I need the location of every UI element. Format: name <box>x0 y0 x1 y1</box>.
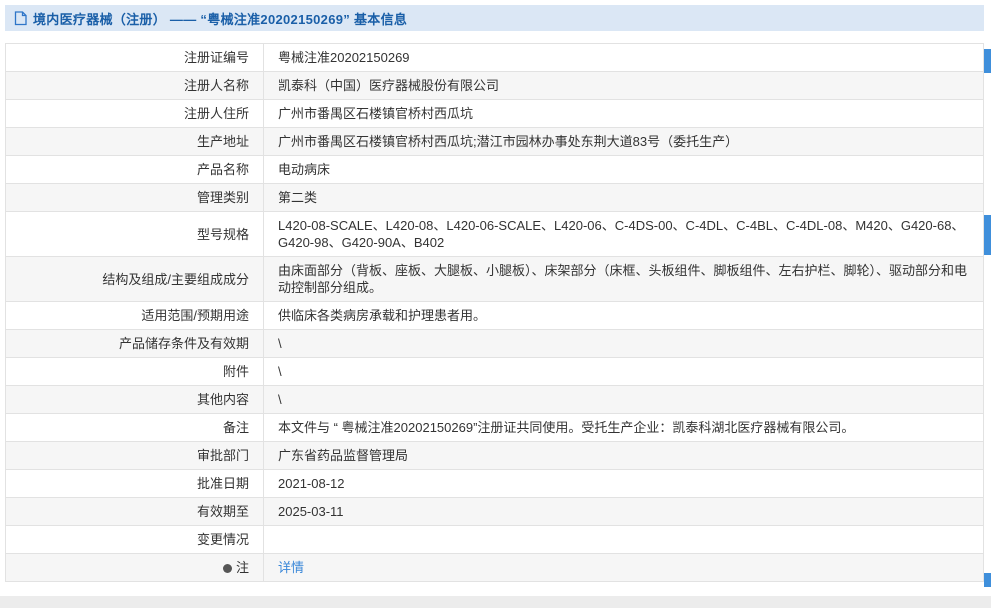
footer-strip <box>0 596 991 608</box>
row-value: 电动病床 <box>263 155 984 184</box>
table-row: 产品储存条件及有效期 \ <box>5 329 984 358</box>
row-label: 注册证编号 <box>5 43 264 72</box>
table-row: 备注 本文件与 “ 粤械注准20202150269”注册证共同使用。受托生产企业… <box>5 413 984 442</box>
row-label: 结构及组成/主要组成成分 <box>5 256 264 302</box>
table-row: 其他内容 \ <box>5 385 984 414</box>
details-link[interactable]: 详情 <box>278 560 304 575</box>
row-label: 注册人住所 <box>5 99 264 128</box>
row-label: 变更情况 <box>5 525 264 554</box>
row-label: 有效期至 <box>5 497 264 526</box>
row-label: 产品储存条件及有效期 <box>5 329 264 358</box>
row-value: 本文件与 “ 粤械注准20202150269”注册证共同使用。受托生产企业：凯泰… <box>263 413 984 442</box>
row-value: 凯泰科（中国）医疗器械股份有限公司 <box>263 71 984 100</box>
row-label: 其他内容 <box>5 385 264 414</box>
row-value: 第二类 <box>263 183 984 212</box>
row-value: 广州市番禺区石楼镇官桥村西瓜坑;潜江市园林办事处东荆大道83号（委托生产） <box>263 127 984 156</box>
table-row: 注册证编号 粤械注准20202150269 <box>5 43 984 72</box>
registration-info-page: 境内医疗器械（注册） —— “粤械注准20202150269” 基本信息 注册证… <box>0 5 991 608</box>
table-row: 有效期至 2025-03-11 <box>5 497 984 526</box>
row-label: 适用范围/预期用途 <box>5 301 264 330</box>
row-label: 注册人名称 <box>5 71 264 100</box>
table-row: 注册人住所 广州市番禺区石楼镇官桥村西瓜坑 <box>5 99 984 128</box>
right-edge-marker <box>984 573 991 587</box>
row-label: 审批部门 <box>5 441 264 470</box>
right-edge-marker <box>984 215 991 255</box>
row-value: 广州市番禺区石楼镇官桥村西瓜坑 <box>263 99 984 128</box>
row-value: 2025-03-11 <box>263 497 984 526</box>
row-value: \ <box>263 357 984 386</box>
table-row: 适用范围/预期用途 供临床各类病房承载和护理患者用。 <box>5 301 984 330</box>
table-row: 管理类别 第二类 <box>5 183 984 212</box>
page-title: 境内医疗器械（注册） —— “粤械注准20202150269” 基本信息 <box>33 11 408 27</box>
document-icon <box>14 10 27 26</box>
table-row: 注册人名称 凯泰科（中国）医疗器械股份有限公司 <box>5 71 984 100</box>
note-icon <box>222 564 232 573</box>
table-row: 附件 \ <box>5 357 984 386</box>
row-value: 2021-08-12 <box>263 469 984 498</box>
right-edge-marker <box>984 49 991 73</box>
table-row: 生产地址 广州市番禺区石楼镇官桥村西瓜坑;潜江市园林办事处东荆大道83号（委托生… <box>5 127 984 156</box>
row-label: 批准日期 <box>5 469 264 498</box>
row-label: 型号规格 <box>5 211 264 257</box>
table-row: 产品名称 电动病床 <box>5 155 984 184</box>
row-value: 粤械注准20202150269 <box>263 43 984 72</box>
table-row: 变更情况 <box>5 525 984 554</box>
row-value: \ <box>263 385 984 414</box>
table-row: 审批部门 广东省药品监督管理局 <box>5 441 984 470</box>
row-label: 管理类别 <box>5 183 264 212</box>
row-value: 供临床各类病房承载和护理患者用。 <box>263 301 984 330</box>
header-bar: 境内医疗器械（注册） —— “粤械注准20202150269” 基本信息 <box>5 5 984 31</box>
row-label: 注 <box>5 553 264 582</box>
row-label: 备注 <box>5 413 264 442</box>
row-value: 详情 <box>263 553 984 582</box>
row-value: 广东省药品监督管理局 <box>263 441 984 470</box>
row-value <box>263 525 984 554</box>
table-row: 型号规格 L420-08-SCALE、L420-08、L420-06-SCALE… <box>5 211 984 257</box>
row-label: 产品名称 <box>5 155 264 184</box>
table-row: 批准日期 2021-08-12 <box>5 469 984 498</box>
row-label-text: 注 <box>235 560 249 575</box>
row-value: 由床面部分（背板、座板、大腿板、小腿板）、床架部分（床框、头板组件、脚板组件、左… <box>263 256 984 302</box>
row-value: L420-08-SCALE、L420-08、L420-06-SCALE、L420… <box>263 211 984 257</box>
table-row-note: 注 详情 <box>5 553 984 582</box>
row-label: 附件 <box>5 357 264 386</box>
table-row: 结构及组成/主要组成成分 由床面部分（背板、座板、大腿板、小腿板）、床架部分（床… <box>5 256 984 302</box>
row-label: 生产地址 <box>5 127 264 156</box>
row-value: \ <box>263 329 984 358</box>
registration-info-table: 注册证编号 粤械注准20202150269 注册人名称 凯泰科（中国）医疗器械股… <box>5 43 984 582</box>
